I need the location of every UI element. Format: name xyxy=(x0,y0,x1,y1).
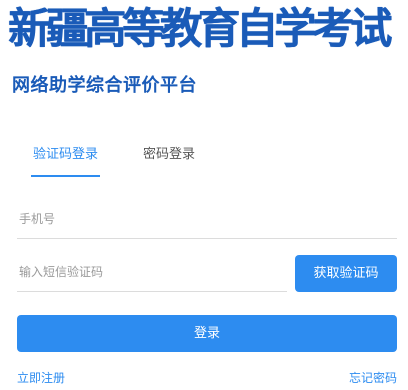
forgot-password-link[interactable]: 忘记密码 xyxy=(349,368,397,388)
page-subtitle: 网络助学综合评价平台 xyxy=(12,75,197,96)
page-title: 新疆高等教育自学考试 xyxy=(8,4,392,53)
phone-field xyxy=(17,202,397,239)
get-code-button[interactable]: 获取验证码 xyxy=(295,255,397,292)
login-button[interactable]: 登录 xyxy=(17,315,397,352)
login-page: 新疆高等教育自学考试 网络助学综合评价平台 验证码登录 密码登录 获取验证码 登… xyxy=(0,0,408,390)
sms-code-input[interactable] xyxy=(17,255,287,289)
tab-sms-login[interactable]: 验证码登录 xyxy=(30,142,101,177)
tab-password-login[interactable]: 密码登录 xyxy=(143,142,195,168)
login-tabs: 验证码登录 密码登录 xyxy=(18,142,398,178)
sms-code-field xyxy=(17,255,287,292)
phone-input[interactable] xyxy=(17,202,397,236)
register-link[interactable]: 立即注册 xyxy=(17,368,65,388)
